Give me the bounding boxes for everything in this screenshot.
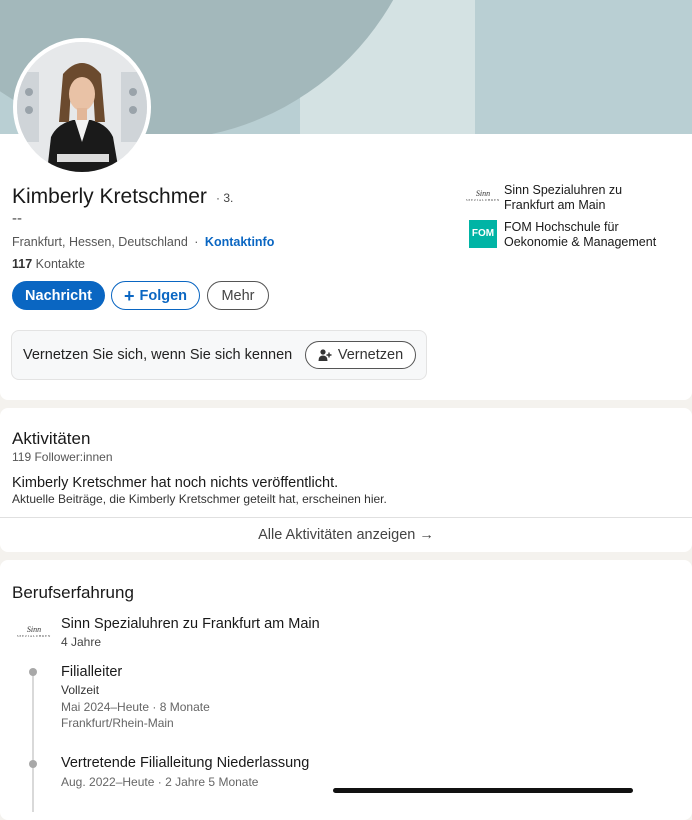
plus-icon: + bbox=[123, 285, 135, 306]
org-name: Sinn Spezialuhren zu Frankfurt am Main bbox=[504, 183, 623, 212]
divider bbox=[0, 517, 692, 518]
connect-button[interactable]: Vernetzen bbox=[305, 341, 416, 369]
company-duration: 4 Jahre bbox=[61, 635, 102, 649]
fom-logo-text: FOM bbox=[471, 228, 495, 239]
role-location: Frankfurt/Rhein-Main bbox=[61, 716, 174, 730]
sinn-logo-sub: SPEZIALUHREN bbox=[465, 198, 501, 202]
org-education[interactable]: FOM FOM Hochschule für Oekonomie & Manag… bbox=[469, 220, 674, 250]
activity-empty-subtitle: Aktuelle Beiträge, die Kimberly Kretschm… bbox=[12, 492, 387, 506]
home-indicator bbox=[333, 788, 633, 793]
contacts-label: Kontakte bbox=[35, 257, 85, 271]
avatar-photo bbox=[17, 42, 147, 172]
connection-degree: · 3. bbox=[216, 191, 234, 205]
profile-name: Kimberly Kretschmer bbox=[12, 185, 207, 208]
follow-label: Folgen bbox=[139, 287, 188, 304]
message-button[interactable]: Nachricht bbox=[12, 281, 105, 310]
follower-count: 119 Follower:innen bbox=[12, 450, 113, 464]
show-all-activities-link[interactable]: Alle Aktivitäten anzeigen → bbox=[0, 527, 692, 543]
more-button[interactable]: Mehr bbox=[207, 281, 269, 310]
contacts-count[interactable]: 117 Kontakte bbox=[12, 257, 85, 271]
activity-card: Aktivitäten 119 Follower:innen Kimberly … bbox=[0, 408, 692, 552]
contact-info-link[interactable]: Kontaktinfo bbox=[205, 235, 274, 249]
activity-empty-title: Kimberly Kretschmer hat noch nichts verö… bbox=[12, 475, 339, 491]
sinn-logo: Sinn SPEZIALUHREN bbox=[465, 183, 501, 211]
contacts-number: 117 bbox=[12, 257, 33, 271]
add-person-icon bbox=[318, 349, 332, 361]
role-dates: Aug. 2022–Heute · 2 Jahre 5 Monate bbox=[61, 775, 259, 789]
role-title: Vertretende Filialleitung Niederlassung bbox=[61, 755, 310, 771]
follow-button[interactable]: + Folgen bbox=[111, 281, 200, 310]
location-separator: · bbox=[194, 235, 199, 249]
profile-headline: -- bbox=[12, 210, 22, 227]
activity-title: Aktivitäten bbox=[12, 429, 91, 448]
connect-suggestion: Vernetzen Sie sich, wenn Sie sich kennen… bbox=[11, 330, 427, 380]
company-logo[interactable]: Sinn SPEZIALUHREN bbox=[14, 626, 54, 642]
profile-card: Kimberly Kretschmer · 3. -- Frankfurt, H… bbox=[0, 0, 692, 400]
company-logo-sub: SPEZIALUHREN bbox=[16, 634, 52, 638]
org-name: FOM Hochschule für Oekonomie & Managemen… bbox=[504, 220, 657, 249]
profile-location: Frankfurt, Hessen, Deutschland · Kontakt… bbox=[12, 235, 274, 249]
role-dates: Mai 2024–Heute · 8 Monate bbox=[61, 700, 210, 714]
fom-logo: FOM bbox=[469, 220, 497, 248]
org-current-company[interactable]: Sinn SPEZIALUHREN Sinn Spezialuhren zu F… bbox=[465, 183, 674, 213]
experience-card: Berufserfahrung Sinn SPEZIALUHREN Sinn S… bbox=[0, 560, 692, 820]
role-type: Vollzeit bbox=[61, 683, 100, 697]
timeline-dot bbox=[29, 760, 37, 768]
connect-prompt: Vernetzen Sie sich, wenn Sie sich kennen bbox=[23, 347, 293, 363]
role-title: Filialleiter bbox=[61, 664, 123, 680]
timeline-line bbox=[32, 672, 34, 812]
location-text: Frankfurt, Hessen, Deutschland bbox=[12, 235, 188, 249]
experience-title: Berufserfahrung bbox=[12, 583, 134, 602]
timeline-dot bbox=[29, 668, 37, 676]
company-name[interactable]: Sinn Spezialuhren zu Frankfurt am Main bbox=[61, 616, 320, 632]
profile-avatar[interactable] bbox=[13, 38, 151, 176]
connect-label: Vernetzen bbox=[337, 347, 404, 363]
